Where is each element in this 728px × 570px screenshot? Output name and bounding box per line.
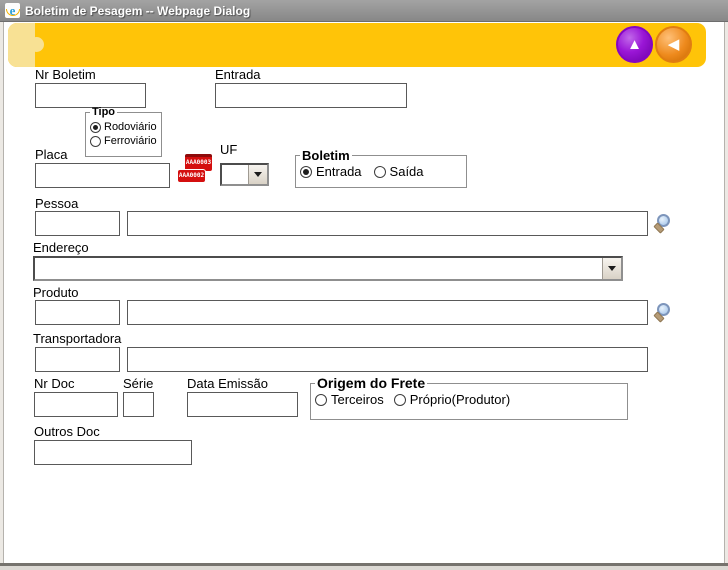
proprio-label: Próprio(Produtor)	[410, 392, 510, 407]
rodoviario-label: Rodoviário	[104, 121, 157, 133]
endereco-dropdown-button[interactable]	[602, 258, 621, 279]
terceiros-label: Terceiros	[331, 392, 384, 407]
uf-label: UF	[220, 142, 237, 157]
up-button[interactable]: ▲	[616, 26, 653, 63]
window-frame-bottom	[0, 563, 728, 570]
origem-frete-legend: Origem do Frete	[315, 375, 427, 391]
nr-doc-label: Nr Doc	[34, 376, 74, 391]
pessoa-name-input[interactable]	[127, 211, 648, 236]
origem-frete-fieldset: Origem do Frete Terceiros Próprio(Produt…	[310, 375, 628, 420]
produto-code-input[interactable]	[35, 300, 120, 325]
nr-boletim-label: Nr Boletim	[35, 67, 96, 82]
serie-label: Série	[123, 376, 153, 391]
boletim-entrada-radio[interactable]	[300, 166, 312, 178]
pessoa-search-icon[interactable]	[653, 214, 670, 232]
tipo-legend: Tipo	[90, 106, 117, 118]
data-emissao-label: Data Emissão	[187, 376, 268, 391]
boletim-saida-label: Saída	[390, 164, 424, 179]
header-bar: ▲ ◀	[8, 23, 706, 67]
boletim-option-entrada[interactable]: Entrada	[300, 164, 362, 179]
nr-doc-input[interactable]	[34, 392, 118, 417]
ie-icon-ring	[6, 9, 20, 16]
endereco-select-value	[35, 258, 602, 279]
ferroviario-radio[interactable]	[90, 136, 101, 147]
placa-label: Placa	[35, 147, 68, 162]
transportadora-label: Transportadora	[33, 331, 121, 346]
ferroviario-label: Ferroviário	[104, 135, 157, 147]
proprio-radio[interactable]	[394, 394, 406, 406]
window-frame-left	[0, 22, 4, 563]
license-plate-back: AAA0003	[185, 154, 212, 171]
uf-select-value	[222, 165, 248, 184]
titlebar: e Boletim de Pesagem -- Webpage Dialog	[0, 0, 728, 22]
up-arrow-icon: ▲	[627, 37, 642, 52]
boletim-saida-radio[interactable]	[374, 166, 386, 178]
boletim-entrada-label: Entrada	[316, 164, 362, 179]
license-plate-front: AAA0002	[178, 170, 205, 182]
boletim-fieldset: Boletim Entrada Saída	[295, 148, 467, 188]
produto-search-icon[interactable]	[653, 303, 670, 321]
window-title: Boletim de Pesagem -- Webpage Dialog	[25, 4, 250, 18]
outros-doc-label: Outros Doc	[34, 424, 100, 439]
data-emissao-input[interactable]	[187, 392, 298, 417]
uf-select[interactable]	[220, 163, 269, 186]
serie-input[interactable]	[123, 392, 154, 417]
pessoa-label: Pessoa	[35, 196, 78, 211]
placa-input[interactable]	[35, 163, 170, 188]
chevron-down-icon	[608, 266, 616, 271]
ie-icon: e	[5, 3, 20, 18]
pessoa-code-input[interactable]	[35, 211, 120, 236]
outros-doc-input[interactable]	[34, 440, 192, 465]
origem-option-proprio[interactable]: Próprio(Produtor)	[394, 392, 510, 407]
produto-label: Produto	[33, 285, 79, 300]
rodoviario-radio[interactable]	[90, 122, 101, 133]
tipo-option-rodoviario[interactable]: Rodoviário	[90, 121, 157, 133]
endereco-label: Endereço	[33, 240, 89, 255]
back-button[interactable]: ◀	[655, 26, 692, 63]
uf-dropdown-button[interactable]	[248, 165, 267, 184]
terceiros-radio[interactable]	[315, 394, 327, 406]
endereco-select[interactable]	[33, 256, 623, 281]
nr-boletim-input[interactable]	[35, 83, 146, 108]
tipo-fieldset: Tipo Rodoviário Ferroviário	[85, 106, 162, 157]
entrada-label: Entrada	[215, 67, 261, 82]
boletim-option-saida[interactable]: Saída	[374, 164, 424, 179]
back-arrow-icon: ◀	[668, 37, 680, 52]
boletim-legend: Boletim	[300, 148, 352, 163]
tipo-option-ferroviario[interactable]: Ferroviário	[90, 135, 157, 147]
chevron-down-icon	[254, 172, 262, 177]
header-accent-bump	[29, 37, 44, 52]
window-frame-right	[724, 22, 728, 563]
transportadora-code-input[interactable]	[35, 347, 120, 372]
origem-option-terceiros[interactable]: Terceiros	[315, 392, 384, 407]
transportadora-name-input[interactable]	[127, 347, 648, 372]
entrada-input[interactable]	[215, 83, 407, 108]
produto-name-input[interactable]	[127, 300, 648, 325]
license-plates-icon[interactable]: AAA0003 AAA0002	[178, 152, 212, 186]
